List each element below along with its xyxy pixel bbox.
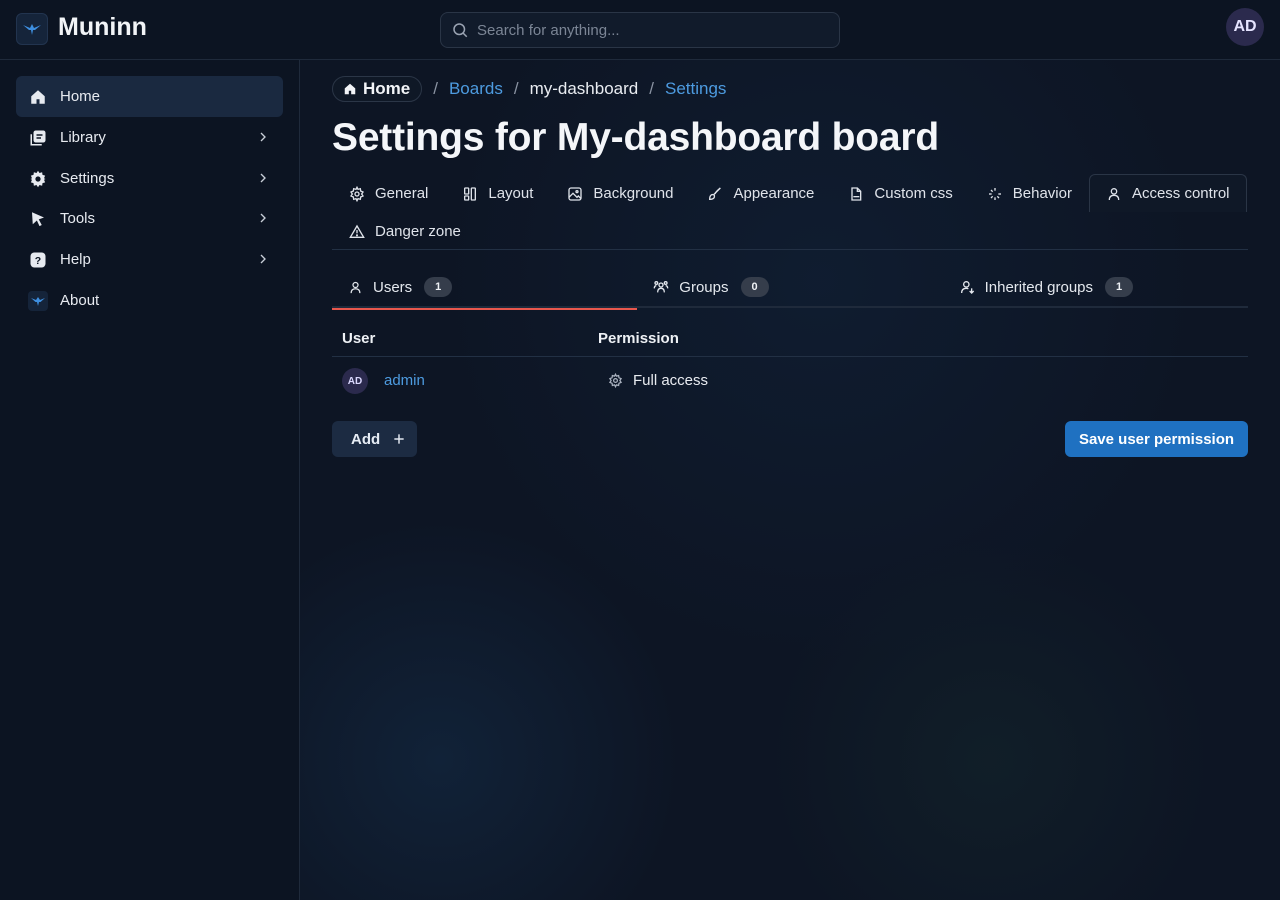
tab-danger-zone[interactable]: Danger zone [332, 212, 478, 250]
user-avatar[interactable]: AD [1226, 8, 1264, 46]
home-icon [28, 87, 48, 107]
user-link[interactable]: admin [384, 372, 425, 389]
breadcrumb-board: my-dashboard [529, 79, 639, 98]
raven-logo-icon [28, 290, 48, 311]
tab-label: Layout [488, 185, 534, 202]
table-row: AD admin Full access [332, 357, 1248, 405]
add-button-label: Add [351, 430, 381, 448]
column-header-user: User [342, 330, 376, 347]
tab-general[interactable]: General [332, 174, 445, 212]
permission-label: Full access [633, 372, 709, 389]
brush-icon [709, 186, 722, 200]
sub-tab-inherited-groups[interactable]: Inherited groups 1 [943, 266, 1248, 308]
image-icon [568, 186, 583, 201]
tab-behavior[interactable]: Behavior [970, 174, 1089, 212]
search-input[interactable] [477, 21, 817, 39]
sidebar-item-home[interactable]: Home [16, 76, 283, 117]
breadcrumb-settings[interactable]: Settings [665, 79, 726, 99]
count-badge: 1 [424, 277, 453, 297]
sub-tab-label: Inherited groups [984, 278, 1093, 296]
count-badge: 0 [740, 277, 769, 297]
plus-icon [394, 434, 404, 444]
sidebar-item-label: Tools [60, 210, 96, 227]
permission-select[interactable]: Full access [608, 372, 708, 389]
sub-tab-groups[interactable]: Groups 0 [637, 266, 942, 308]
sidebar-item-label: About [60, 292, 100, 309]
gear-icon [28, 169, 48, 189]
sub-tab-label: Users [373, 278, 413, 296]
tab-background[interactable]: Background [550, 174, 690, 212]
sidebar-item-label: Help [60, 251, 91, 268]
tab-label: General [375, 185, 429, 202]
sub-tab-users[interactable]: Users 1 [332, 266, 638, 310]
tab-layout[interactable]: Layout [445, 174, 550, 212]
breadcrumb-boards[interactable]: Boards [449, 79, 503, 99]
settings-tabs: General Layout Background Appearance Cus… [332, 174, 1247, 212]
tab-appearance[interactable]: Appearance [690, 174, 831, 212]
page-title: Settings for My-dashboard board [332, 116, 940, 159]
user-icon [350, 281, 361, 293]
column-header-permission: Permission [598, 330, 679, 347]
sidebar-item-tools[interactable]: Tools [16, 198, 283, 239]
search-bar[interactable] [440, 12, 840, 48]
sidebar-item-label: Settings [60, 170, 115, 187]
layout-icon [464, 186, 477, 201]
user-icon [1108, 187, 1120, 200]
warning-icon [349, 224, 365, 238]
sidebar-item-library[interactable]: Library [16, 117, 283, 158]
sidebar-item-label: Library [60, 129, 106, 146]
breadcrumb: Home / Boards / my-dashboard / Settings [332, 76, 726, 102]
gear-icon [608, 373, 623, 388]
tab-label: Custom css [874, 185, 953, 202]
sidebar-item-about[interactable]: About [16, 280, 283, 321]
access-sub-tabs: Users 1 Groups 0 Inherited groups 1 [332, 266, 1248, 310]
tab-custom-css[interactable]: Custom css [831, 174, 969, 212]
tabs-divider [332, 249, 1248, 250]
sidebar-item-settings[interactable]: Settings [16, 158, 283, 199]
user-down-icon [960, 281, 974, 294]
search-icon [453, 23, 468, 38]
sidebar-item-help[interactable]: ? Help [16, 239, 283, 280]
tab-label: Appearance [733, 185, 815, 202]
pointer-icon [28, 209, 48, 229]
gear-icon [350, 185, 364, 202]
add-button[interactable]: Add [332, 421, 417, 457]
home-icon [344, 83, 356, 95]
app-title[interactable]: Muninn [58, 13, 147, 42]
tab-label: Access control [1131, 185, 1230, 202]
settings-tabs-row-2: Danger zone [332, 212, 478, 250]
tab-label: Behavior [1012, 185, 1072, 202]
users-group-icon [653, 281, 669, 293]
breadcrumb-separator: / [649, 79, 654, 98]
count-badge: 1 [1105, 277, 1133, 297]
library-icon [28, 128, 48, 148]
chevron-right-icon [260, 213, 266, 223]
sparkle-icon [988, 187, 1001, 200]
tab-label: Danger zone [375, 223, 461, 240]
sidebar-item-label: Home [60, 88, 101, 105]
avatar: AD [342, 368, 368, 394]
breadcrumb-separator: / [513, 79, 519, 98]
sub-tab-label: Groups [679, 278, 729, 296]
css-file-icon [851, 186, 862, 201]
raven-logo-icon[interactable] [16, 13, 48, 45]
tab-label: Background [593, 185, 674, 202]
top-header: Muninn AD [0, 0, 1280, 60]
svg-text:?: ? [35, 254, 41, 266]
help-icon: ? [28, 250, 48, 270]
save-user-permission-button[interactable]: Save user permission [1065, 421, 1248, 457]
sidebar: Home Library Settings Tools ? Help About [0, 60, 300, 900]
breadcrumb-home[interactable]: Home [332, 76, 423, 102]
chevron-right-icon [260, 173, 266, 183]
breadcrumb-separator: / [433, 79, 438, 98]
tab-access-control[interactable]: Access control [1088, 174, 1247, 212]
chevron-right-icon [260, 254, 266, 264]
breadcrumb-home-label: Home [363, 79, 411, 98]
chevron-right-icon [260, 132, 266, 142]
